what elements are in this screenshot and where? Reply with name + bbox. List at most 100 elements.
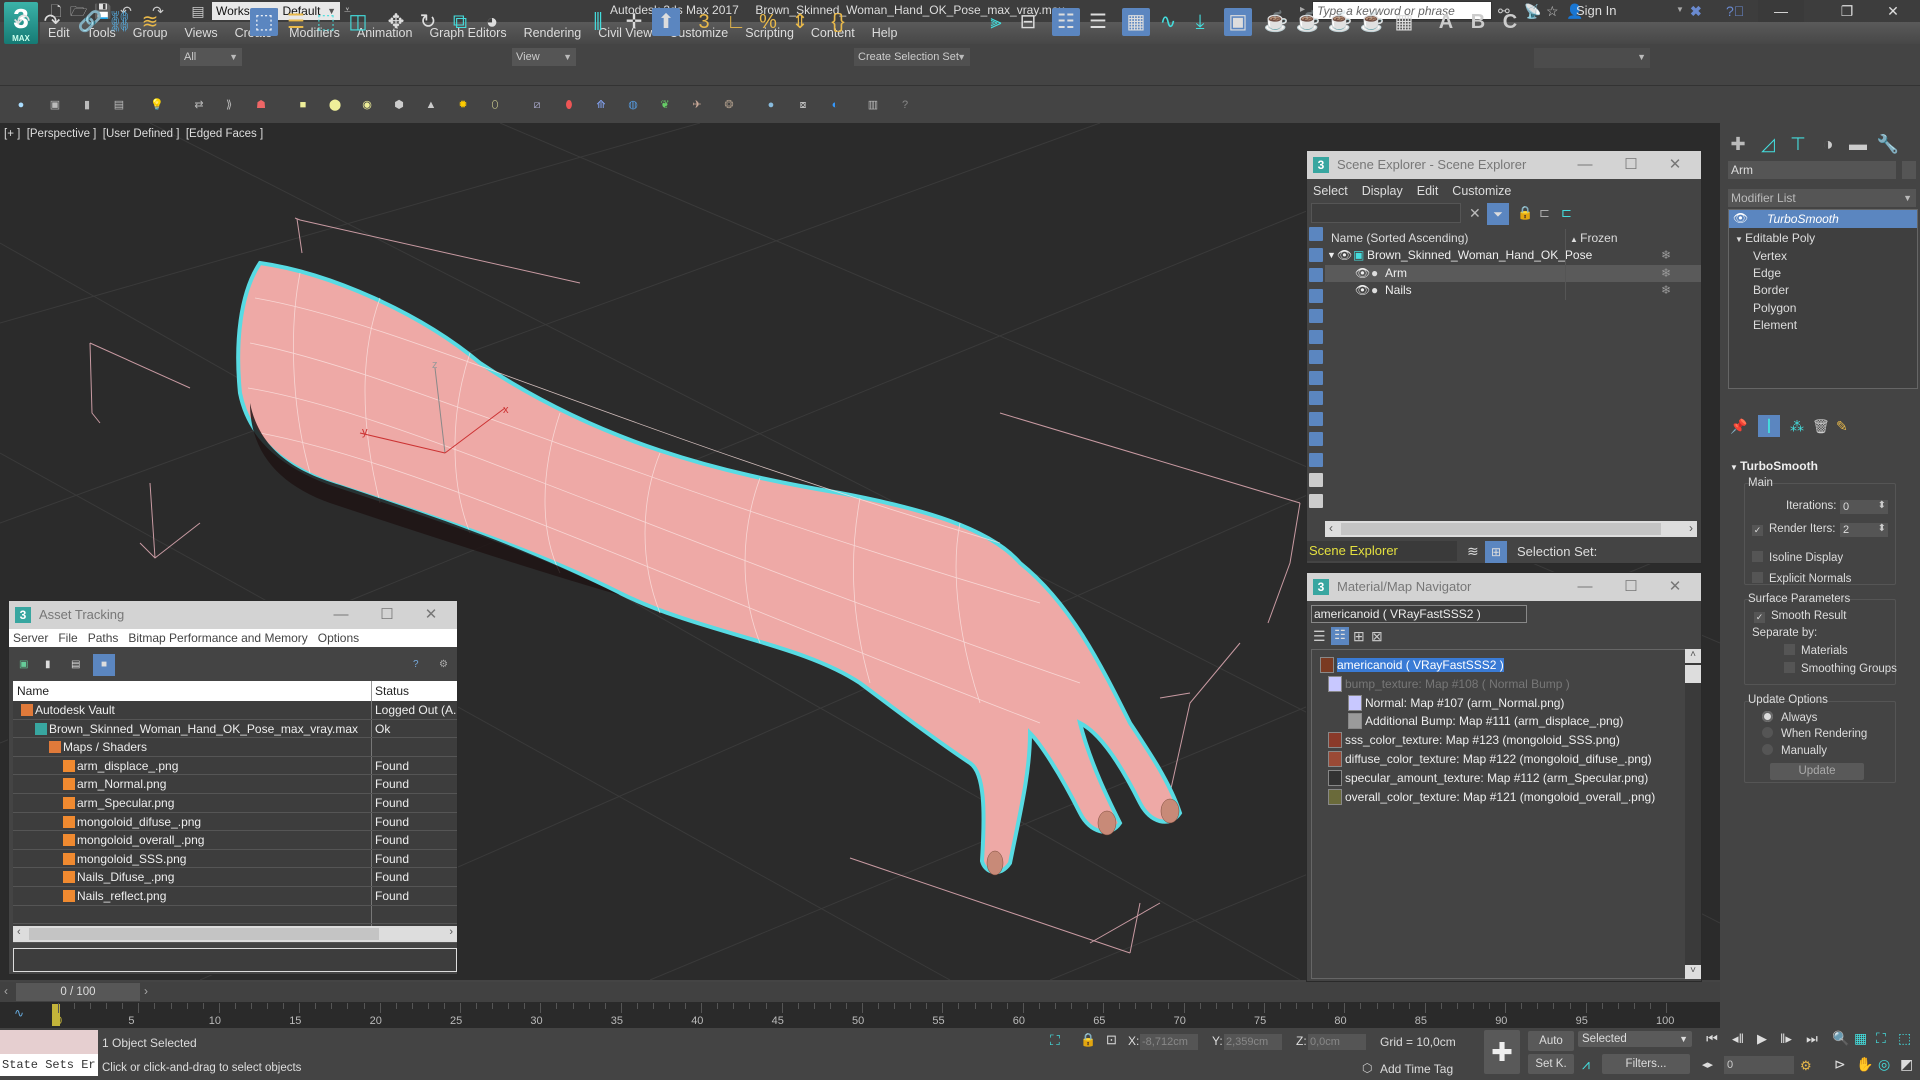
shape-filter-icon[interactable] [1309, 247, 1323, 262]
menu-select[interactable]: Select [1313, 184, 1348, 198]
object-name-field[interactable]: Arm [1728, 161, 1896, 179]
clear-find-icon[interactable]: ✕ [1469, 205, 1481, 222]
vray-proxy-icon[interactable]: ⧇ [796, 98, 810, 112]
render-iters-spinner[interactable]: 2 [1840, 522, 1888, 537]
maximize-viewport-icon[interactable]: ⬚ [1898, 1030, 1911, 1047]
containers-b-icon[interactable]: B [1464, 8, 1492, 36]
light-filter-icon[interactable] [1309, 268, 1323, 282]
sphere-primitive-icon[interactable]: ⬤ [328, 98, 342, 112]
show-end-result-icon[interactable]: ┃ [1758, 415, 1780, 437]
time-configuration-icon[interactable]: ⚙ [1800, 1058, 1812, 1074]
spinner-snap-icon[interactable]: ⇕ [786, 8, 814, 36]
pan-view-icon[interactable]: ✋ [1856, 1056, 1873, 1073]
bind-to-space-warp-icon[interactable]: ≋ [136, 8, 164, 36]
close-button[interactable]: ✕ [1653, 573, 1697, 601]
maxscript-input[interactable]: State Sets Er [0, 1054, 98, 1076]
bone-filter-icon[interactable] [1309, 391, 1323, 405]
motion-tab-icon[interactable]: ◑ [1814, 131, 1842, 157]
close-button[interactable]: ✕ [1653, 151, 1697, 179]
vault-help-icon[interactable]: ⚙ [439, 659, 448, 670]
lightbulb-icon[interactable]: 💡 [150, 98, 164, 112]
launch-3ds-max-print-icon[interactable]: ▦ [1390, 8, 1418, 36]
frozen-filter-icon[interactable] [1309, 432, 1323, 446]
asset-path-field[interactable] [13, 948, 457, 972]
object-color-swatch[interactable] [1902, 161, 1916, 179]
set-key-button[interactable]: Set K. [1528, 1054, 1574, 1074]
eye-icon[interactable]: 👁 [1355, 265, 1370, 282]
material-editor-icon[interactable]: ▣ [1224, 8, 1252, 36]
vertical-scrollbar[interactable]: ˄ ˅ [1685, 649, 1701, 979]
update-when-rendering-radio[interactable]: When Rendering [1762, 727, 1867, 740]
box-primitive-icon[interactable]: ■ [296, 98, 310, 112]
biped-icon[interactable]: ✈ [690, 98, 704, 112]
menu-server[interactable]: Server [13, 631, 48, 645]
table-view-icon[interactable]: ▤ [71, 659, 80, 670]
menu-options[interactable]: Options [318, 631, 359, 645]
align-icon[interactable]: ⊟ [1014, 8, 1042, 36]
camera-filter-icon[interactable] [1309, 288, 1323, 303]
asset-row[interactable]: Autodesk Vault Logged Out (A... [13, 701, 457, 720]
globe-icon[interactable]: ◍ [626, 98, 640, 112]
autodesk-exchange-icon[interactable]: ✖ [1690, 2, 1702, 20]
scene-item[interactable]: ▼ 👁 ▣ Brown_Skinned_Woman_Hand_OK_Pose ❄ [1325, 247, 1701, 265]
y-coordinate-field[interactable]: 2,359cm [1224, 1034, 1282, 1050]
view-small-icons-icon[interactable]: ⊞ [1353, 628, 1365, 645]
vray-light-icon[interactable]: ◐ [828, 98, 842, 112]
bone-tool-icon[interactable]: ⇄ [192, 98, 206, 112]
rendered-frame-window-icon[interactable]: ☕ [1294, 8, 1322, 36]
unlink-selection-icon[interactable]: ⛓ [106, 8, 134, 36]
teapot-icon[interactable]: ⬢ [392, 98, 406, 112]
render-iters-checkbox[interactable]: ✓ Render Iters: [1752, 523, 1835, 536]
helper-filter-icon[interactable] [1309, 309, 1323, 323]
update-always-radio[interactable]: Always [1762, 711, 1817, 724]
keyboard-shortcut-override-icon[interactable]: ⬆ [652, 8, 680, 36]
asset-tracking-titlebar[interactable]: 3 Asset Tracking — ☐ ✕ [9, 601, 457, 629]
col-frozen[interactable]: ▲ Frozen [1565, 229, 1618, 249]
select-manipulate-icon[interactable]: ✛ [620, 8, 648, 36]
select-and-place-icon[interactable]: ◕ [478, 8, 506, 36]
hidden-filter-icon[interactable] [1309, 452, 1323, 467]
current-frame-field[interactable]: 0 [1724, 1056, 1794, 1074]
material-tree-item[interactable]: Additional Bump: Map #111 (arm_displace_… [1348, 712, 1623, 730]
menu-file[interactable]: File [58, 631, 77, 645]
select-by-name-icon[interactable]: ☰ [282, 8, 310, 36]
new-layer-icon[interactable]: ▣ [48, 98, 62, 112]
asset-row[interactable]: Brown_Skinned_Woman_Hand_OK_Pose_max_vra… [13, 719, 457, 739]
set-key-big-button[interactable]: ✚ [1484, 1030, 1520, 1074]
asset-row[interactable]: Nails_reflect.png Found [13, 886, 457, 906]
minimize-button[interactable]: — [1563, 151, 1607, 179]
eye-icon[interactable]: 👁 [1355, 282, 1370, 299]
rectangular-selection-icon[interactable]: ⬚ [312, 8, 340, 36]
scene-item[interactable]: 👁 ● Arm ❄ [1325, 264, 1701, 282]
asset-row[interactable]: mongoloid_difuse_.png Found [13, 812, 457, 832]
menu-display[interactable]: Display [1362, 184, 1403, 198]
explorer-name-dropdown[interactable]: Scene Explorer [1307, 541, 1457, 561]
containers-a-icon[interactable]: A [1432, 8, 1460, 36]
selection-lock-icon[interactable]: 🔒 [1080, 1032, 1096, 1048]
scroll-up-icon[interactable]: ˄ [1685, 649, 1701, 663]
x-coordinate-field[interactable]: -8,712cm [1140, 1034, 1198, 1050]
project-folder-icon[interactable]: ▤ [190, 3, 206, 19]
restore-button[interactable]: ❐ [1824, 0, 1870, 22]
toggle-ribbon-icon[interactable]: ▦ [1122, 8, 1150, 36]
remove-modifier-icon[interactable]: 🗑 [1812, 418, 1830, 435]
find-input[interactable] [1311, 203, 1461, 223]
hierarchy-tab-icon[interactable]: ⊤ [1784, 131, 1812, 157]
zoom-extents-selected-icon[interactable]: ⛶ [1876, 1030, 1886, 1047]
sign-in-dropdown-icon[interactable]: ▼ [1676, 5, 1684, 14]
toggle-layer-explorer-icon[interactable]: ☰ [1084, 8, 1112, 36]
add-time-tag[interactable]: Add Time Tag [1380, 1062, 1453, 1076]
frozen-snowflake-icon[interactable]: ❄ [1661, 247, 1671, 264]
maximize-button[interactable]: ☐ [1609, 573, 1653, 601]
layer-icon[interactable]: ● [14, 98, 28, 112]
horizontal-scrollbar[interactable]: ‹ › [1325, 521, 1697, 537]
asset-row[interactable]: Nails_Difuse_.png Found [13, 868, 457, 887]
smooth-result-checkbox[interactable]: ✓ Smooth Result [1754, 610, 1846, 623]
material-navigator-titlebar[interactable]: 3 Material/Map Navigator — ☐ ✕ [1307, 573, 1701, 601]
minimize-button[interactable]: — [1758, 0, 1804, 22]
menu-customize[interactable]: Customize [1452, 184, 1511, 198]
menu-rendering[interactable]: Rendering [516, 22, 591, 44]
explicit-normals-checkbox[interactable]: Explicit Normals [1752, 572, 1851, 585]
eye-icon[interactable]: 👁 [1337, 247, 1352, 264]
subobject-vertex[interactable]: Vertex [1753, 248, 1797, 265]
